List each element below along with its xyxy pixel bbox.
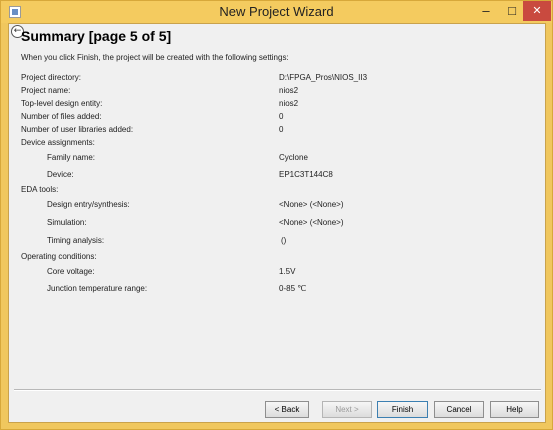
setting-label: Device: bbox=[47, 170, 74, 179]
setting-design-entry: Design entry/synthesis: <None> (<None>) bbox=[21, 200, 541, 212]
maximize-icon[interactable]: □ bbox=[499, 1, 525, 21]
window-title: New Project Wizard bbox=[219, 4, 334, 19]
wizard-content: ← Summary [page 5 of 5] When you click F… bbox=[8, 23, 546, 423]
setting-value: 1.5V bbox=[279, 267, 296, 276]
section-operating-conditions: Operating conditions: bbox=[21, 252, 541, 264]
section-device-assignments: Device assignments: bbox=[21, 138, 541, 150]
setting-label: Family name: bbox=[47, 153, 96, 162]
next-button[interactable]: Next > bbox=[322, 401, 372, 418]
setting-label: Junction temperature range: bbox=[47, 284, 148, 293]
setting-project-directory: Project directory: D:\FPGA_Pros\NIOS_II3 bbox=[21, 73, 541, 85]
minimize-icon[interactable]: – bbox=[473, 1, 499, 21]
section-eda-tools: EDA tools: bbox=[21, 185, 541, 197]
setting-value: Cyclone bbox=[279, 153, 308, 162]
cancel-button[interactable]: Cancel bbox=[434, 401, 484, 418]
setting-label: Timing analysis: bbox=[47, 236, 105, 245]
setting-value: nios2 bbox=[279, 99, 299, 108]
setting-value: 0-85 ℃ bbox=[279, 284, 307, 293]
setting-value: <None> (<None>) bbox=[279, 218, 344, 227]
setting-label: Top-level design entity: bbox=[21, 99, 103, 108]
finish-button[interactable]: Finish bbox=[377, 401, 428, 418]
setting-label: Design entry/synthesis: bbox=[47, 200, 130, 209]
setting-core-voltage: Core voltage: 1.5V bbox=[21, 267, 541, 279]
back-button[interactable]: < Back bbox=[265, 401, 309, 418]
close-icon[interactable]: ✕ bbox=[523, 1, 551, 21]
section-label: EDA tools: bbox=[21, 185, 59, 194]
setting-label: Project name: bbox=[21, 86, 71, 95]
setting-value: nios2 bbox=[279, 86, 299, 95]
setting-label: Number of files added: bbox=[21, 112, 102, 121]
setting-simulation: Simulation: <None> (<None>) bbox=[21, 218, 541, 230]
setting-timing-analysis: Timing analysis: () bbox=[21, 236, 541, 248]
setting-user-libraries: Number of user libraries added: 0 bbox=[21, 125, 541, 137]
title-bar[interactable]: New Project Wizard – □ ✕ bbox=[1, 1, 552, 23]
page-title: Summary [page 5 of 5] bbox=[21, 28, 172, 44]
section-label: Device assignments: bbox=[21, 138, 95, 147]
setting-label: Core voltage: bbox=[47, 267, 95, 276]
setting-value: 0 bbox=[279, 125, 284, 134]
intro-text: When you click Finish, the project will … bbox=[21, 53, 289, 62]
setting-top-level-entity: Top-level design entity: nios2 bbox=[21, 99, 541, 111]
setting-value: 0 bbox=[279, 112, 284, 121]
setting-files-added: Number of files added: 0 bbox=[21, 112, 541, 124]
setting-device: Device: EP1C3T144C8 bbox=[21, 170, 541, 182]
setting-label: Project directory: bbox=[21, 73, 82, 82]
setting-label: Simulation: bbox=[47, 218, 87, 227]
setting-value: D:\FPGA_Pros\NIOS_II3 bbox=[279, 73, 368, 82]
help-button[interactable]: Help bbox=[490, 401, 539, 418]
button-separator bbox=[14, 389, 541, 391]
setting-project-name: Project name: nios2 bbox=[21, 86, 541, 98]
setting-junction-temperature: Junction temperature range: 0-85 ℃ bbox=[21, 284, 541, 296]
setting-value: () bbox=[281, 236, 287, 245]
wizard-window: New Project Wizard – □ ✕ ← Summary [page… bbox=[0, 0, 553, 430]
setting-value: EP1C3T144C8 bbox=[279, 170, 333, 179]
setting-value: <None> (<None>) bbox=[279, 200, 344, 209]
setting-label: Number of user libraries added: bbox=[21, 125, 134, 134]
section-label: Operating conditions: bbox=[21, 252, 97, 261]
setting-family-name: Family name: Cyclone bbox=[21, 153, 541, 165]
